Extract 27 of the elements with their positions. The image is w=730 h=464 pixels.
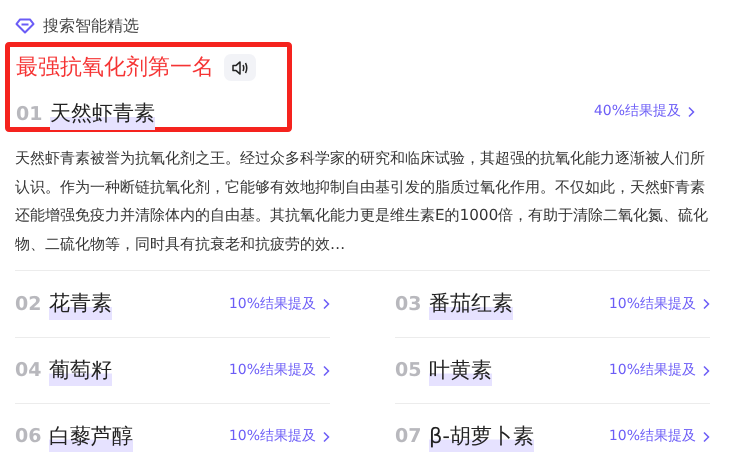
mention-link[interactable]: 10%结果提及	[608, 360, 710, 381]
highlight-title: 最强抗氧化剂第一名	[16, 54, 214, 82]
chevron-right-icon	[322, 298, 330, 310]
diamond-icon	[15, 18, 35, 34]
rank-number: 02	[15, 292, 42, 317]
mention-link[interactable]: 10%结果提及	[608, 294, 710, 314]
mention-link[interactable]: 10%结果提及	[608, 426, 710, 447]
rank-number: 06	[15, 424, 42, 450]
chevron-right-icon	[322, 430, 330, 442]
chevron-right-icon	[702, 364, 710, 376]
mention-link[interactable]: 10%结果提及	[228, 426, 330, 447]
chevron-right-icon	[322, 364, 330, 376]
rank-number: 03	[395, 292, 422, 317]
speaker-icon	[231, 60, 249, 76]
speaker-button[interactable]	[224, 54, 256, 81]
rank-number: 01	[16, 102, 44, 126]
mention-link[interactable]: 40%结果提及	[594, 101, 695, 122]
section-title: 搜索智能精选	[43, 15, 139, 37]
chevron-right-icon	[687, 106, 695, 118]
description-text: 天然虾青素被誉为抗氧化剂之王。经过众多科学家的研究和临床试验，其超强的抗氧化能力逐渐被人们所认识。作为一种断链抗氧化剂，它能够有效地抑制自由基引发的脂质过氧化作用。不仅如此，天然虾青素还能增强免疫力并清除体内的自由基。其抗氧化能力更是维生素E的1000倍，有助于清除二氧化氮、硫化物、二硫化物等，同时具有抗衰老和抗疲劳的效…	[15, 148, 710, 254]
rank-number: 07	[395, 424, 422, 450]
mention-link[interactable]: 10%结果提及	[228, 294, 330, 314]
rank-number: 04	[15, 358, 42, 384]
chevron-right-icon	[702, 430, 710, 442]
mention-link[interactable]: 10%结果提及	[228, 360, 330, 381]
chevron-right-icon	[702, 298, 710, 310]
rank-number: 05	[395, 358, 422, 384]
